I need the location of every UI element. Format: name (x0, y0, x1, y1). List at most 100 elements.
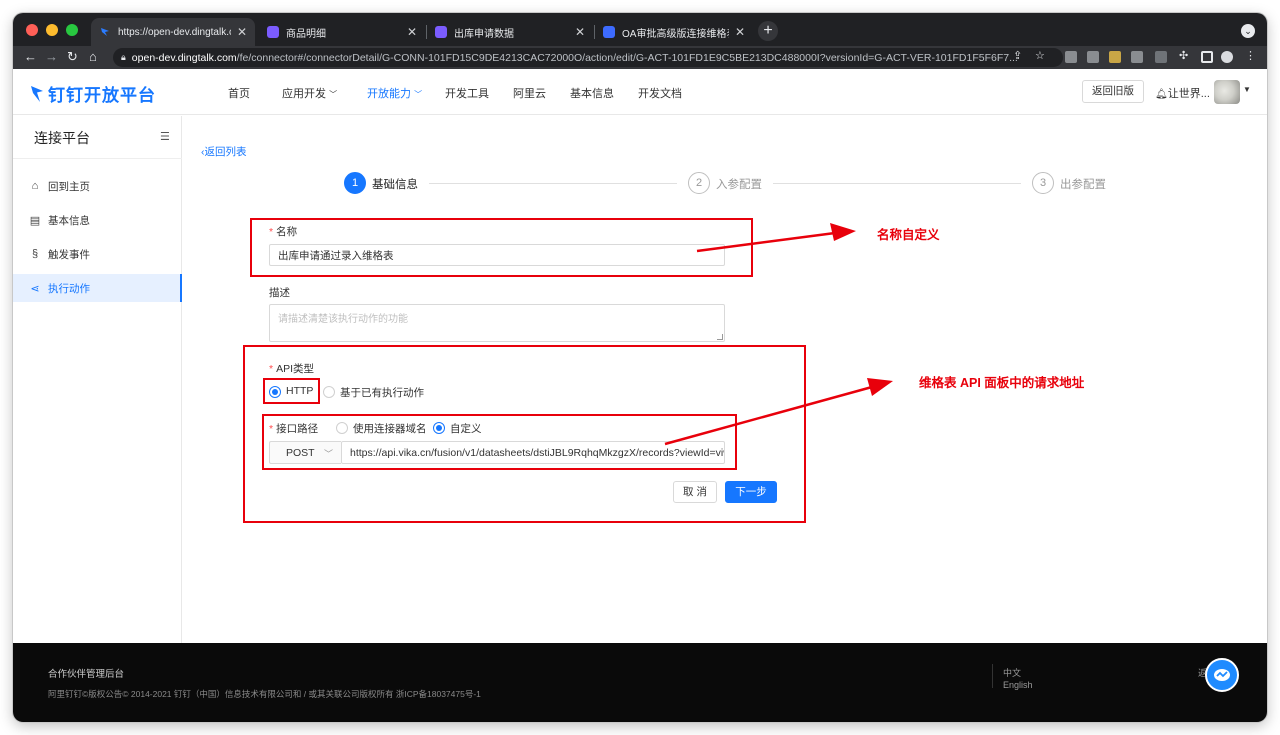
extension-icon[interactable] (1109, 51, 1121, 63)
share-icon[interactable]: ⇪ (1013, 49, 1022, 62)
browser-menu-icon[interactable]: ⋮ (1245, 49, 1256, 62)
tab-title: 商品明细 (286, 28, 326, 40)
address-bar[interactable]: 🔒︎ open-dev.dingtalk.com /fe/connector#/… (113, 48, 1063, 67)
extension-icon[interactable] (1131, 51, 1143, 63)
menu-fold-icon[interactable]: ☰ (160, 130, 170, 143)
nav-dev-docs[interactable]: 开发文档 (638, 85, 682, 101)
description-label: 描述 (269, 287, 290, 299)
sidebar-item-trigger-events[interactable]: § 触发事件 (13, 240, 182, 268)
back-to-list-link[interactable]: ‹返回列表 (201, 144, 247, 159)
step-3-indicator: 3 (1032, 172, 1054, 194)
side-panel-icon[interactable] (1201, 51, 1213, 63)
step-connector (773, 183, 1021, 184)
close-window-button[interactable] (26, 24, 38, 36)
close-tab-icon[interactable]: ✕ (407, 25, 417, 39)
extension-icon[interactable] (1065, 51, 1077, 63)
user-avatar[interactable] (1214, 80, 1240, 104)
tab-strip: https://open-dev.dingtalk.com ✕ 商品明细 ✕ 出… (13, 13, 1267, 46)
chevron-down-icon: ﹀ (414, 90, 423, 99)
reload-icon[interactable]: ↻ (67, 49, 78, 65)
close-tab-icon[interactable]: ✕ (735, 25, 745, 39)
nav-home[interactable]: 首页 (228, 85, 250, 101)
back-arrow-icon[interactable]: ← (24, 49, 37, 65)
bell-icon: 🔔︎ (1155, 89, 1168, 100)
minimize-window-button[interactable] (46, 24, 58, 36)
puzzle-extensions-icon[interactable]: ✣ (1179, 49, 1188, 62)
browser-window: https://open-dev.dingtalk.com ✕ 商品明细 ✕ 出… (13, 13, 1267, 722)
sidebar-item-home[interactable]: ⌂ 回到主页 (13, 172, 182, 200)
tab-title: OA审批高级版连接维格表(使用 (622, 28, 729, 40)
name-arrow-head (830, 223, 856, 241)
language-chinese-link[interactable]: 中文 (1003, 666, 1021, 679)
vika-favicon-icon (267, 26, 279, 38)
close-tab-icon[interactable]: ✕ (237, 25, 247, 39)
trigger-icon: § (31, 248, 39, 260)
browser-tab-2[interactable]: 商品明细 ✕ (259, 18, 425, 46)
assistant-chat-icon (1214, 669, 1230, 681)
sidebar-item-label: 基本信息 (48, 214, 90, 227)
browser-tab-1[interactable]: https://open-dev.dingtalk.com ✕ (91, 18, 255, 46)
close-tab-icon[interactable]: ✕ (575, 25, 585, 39)
chevron-down-icon: ﹀ (329, 90, 338, 99)
nav-dev-tools[interactable]: 开发工具 (445, 85, 489, 101)
step-3-label: 出参配置 (1060, 179, 1106, 191)
vika-favicon-icon (435, 26, 447, 38)
dingtalk-logo-icon (31, 85, 43, 102)
name-annotation-text: 名称自定义 (877, 228, 940, 242)
step-2-label: 入参配置 (716, 179, 762, 191)
sidebar-item-label: 回到主页 (48, 180, 90, 193)
sidebar-item-basic-info[interactable]: ▤ 基本信息 (13, 206, 182, 234)
browser-toolbar: ← → ↻ ⌂ 🔒︎ open-dev.dingtalk.com /fe/con… (13, 46, 1267, 69)
nav-basic-info[interactable]: 基本信息 (570, 85, 614, 101)
bookmark-star-icon[interactable]: ☆ (1035, 49, 1045, 62)
resize-handle-icon[interactable] (717, 334, 723, 340)
step-1-indicator: 1 (344, 172, 366, 194)
user-name: 让世界... (1167, 88, 1210, 100)
nav-aliyun[interactable]: 阿里云 (513, 85, 546, 101)
dingtalk-logo[interactable]: 钉钉开放平台 (30, 81, 156, 106)
url-host: open-dev.dingtalk.com (131, 51, 237, 64)
page-footer: 合作伙伴管理后台 阿里钉钉©版权公告© 2014-2021 钉钉（中国）信息技术… (13, 643, 1267, 722)
tab-title: https://open-dev.dingtalk.com (118, 26, 231, 38)
browser-tab-4[interactable]: OA审批高级版连接维格表(使用 ✕ (595, 18, 753, 46)
tab-title: 出库申请数据 (454, 28, 514, 40)
nav-open-capabilities[interactable]: 开放能力 ﹀ (367, 85, 422, 101)
browser-tab-3[interactable]: 出库申请数据 ✕ (427, 18, 593, 46)
web-page: 钉钉开放平台 首页 应用开发 ﹀ 开放能力 ﹀ 开发工具 阿里云 基本信息 开发… (13, 69, 1267, 722)
footer-divider (992, 664, 993, 688)
nav-app-development[interactable]: 应用开发 ﹀ (282, 85, 337, 101)
user-menu[interactable]: 🔔︎让世界... (1155, 85, 1210, 101)
api-arrow-head (867, 378, 893, 396)
doc-favicon-icon (603, 26, 615, 38)
nav-label: 开放能力 (367, 88, 411, 100)
http-highlight-box (263, 378, 320, 404)
footer-copyright: 阿里钉钉©版权公告© 2014-2021 钉钉（中国）信息技术有限公司和 / 或… (48, 689, 481, 699)
action-icon: ⋖ (30, 282, 40, 295)
tab-search-icon[interactable]: ⌄ (1241, 24, 1255, 38)
home-icon: ⌂ (31, 180, 39, 192)
forward-arrow-icon[interactable]: → (45, 49, 58, 65)
sidebar-item-label: 执行动作 (48, 282, 90, 295)
help-assistant-button[interactable] (1205, 658, 1239, 692)
sidebar: 连接平台 ☰ ⌂ 回到主页 ▤ 基本信息 § 触发事件 ⋖ 执行动作 (13, 116, 182, 643)
sidebar-divider (13, 158, 182, 159)
new-tab-button[interactable]: + (758, 21, 778, 41)
maximize-window-button[interactable] (66, 24, 78, 36)
description-textarea[interactable]: 请描述清楚该执行动作的功能 (269, 304, 725, 342)
api-annotation-text: 维格表 API 面板中的请求地址 (919, 376, 1085, 390)
caret-down-icon[interactable]: ▼ (1243, 85, 1251, 94)
name-highlight-box (250, 218, 753, 277)
url-path: /fe/connector#/connectorDetail/G-CONN-10… (236, 51, 1018, 64)
profile-avatar-icon[interactable] (1221, 51, 1233, 63)
step-connector (429, 183, 677, 184)
lock-icon: 🔒︎ (121, 52, 126, 62)
extension-icon[interactable] (1155, 51, 1167, 63)
extension-icon[interactable] (1087, 51, 1099, 63)
footer-title: 合作伙伴管理后台 (48, 669, 125, 680)
home-icon[interactable]: ⌂ (89, 49, 97, 65)
sidebar-item-actions[interactable]: ⋖ 执行动作 (13, 274, 182, 302)
language-english-link[interactable]: English (1003, 680, 1033, 690)
description-placeholder: 请描述清楚该执行动作的功能 (278, 314, 408, 325)
sidebar-item-label: 触发事件 (48, 248, 90, 261)
back-to-old-version-button[interactable]: 返回旧版 (1082, 80, 1144, 103)
